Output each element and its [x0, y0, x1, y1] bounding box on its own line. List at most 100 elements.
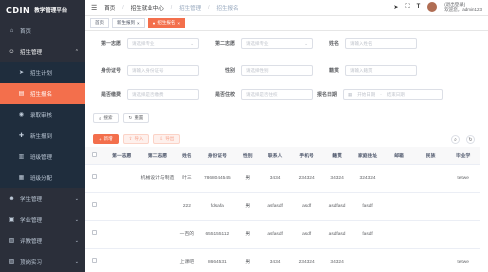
- avatar[interactable]: [427, 2, 438, 12]
- table-row[interactable]: 一百的 655155112 男 asfasdf asdf asdfasd fas…: [85, 220, 480, 249]
- placeholder: 请选择专业: [246, 40, 269, 46]
- chevron-down-icon: ⌄: [190, 40, 194, 46]
- row-select-cell[interactable]: [85, 164, 104, 193]
- class-icon: ▥: [18, 154, 25, 160]
- upload-icon: ⇪: [128, 136, 133, 141]
- cell: asdfasd: [322, 192, 352, 221]
- refresh-button[interactable]: ↻: [466, 135, 475, 144]
- cell: [103, 164, 140, 193]
- tag-label: 新生报到: [117, 20, 135, 25]
- reset-button[interactable]: ↻ 重置: [122, 113, 150, 123]
- col-gender: 性别: [236, 147, 260, 165]
- form-icon: ▤: [18, 91, 25, 97]
- close-icon[interactable]: ×: [137, 21, 140, 26]
- select-all-checkbox[interactable]: [91, 151, 97, 157]
- col-first-choice: 第一志愿: [103, 147, 140, 165]
- export-button[interactable]: ⇩ 导出: [153, 134, 181, 144]
- tag-home[interactable]: 首页: [90, 18, 109, 28]
- button-label: 导入: [134, 136, 144, 141]
- logo: CDIN: [6, 5, 31, 15]
- date-separator: -: [380, 92, 382, 97]
- table-row[interactable]: 222 fdsafa 男 asfasdf asdf asdfasd fasdf: [85, 192, 480, 221]
- calendar-icon: ▦: [348, 91, 353, 97]
- gender-select[interactable]: 请选择性别: [241, 65, 313, 76]
- send-icon[interactable]: ➤: [393, 4, 398, 11]
- cell: [446, 192, 480, 221]
- cell: [446, 220, 480, 249]
- origin-input[interactable]: 请输入籍贯: [345, 65, 417, 76]
- sidebar-item-registration[interactable]: ▤ 招生报名: [0, 83, 85, 104]
- cell: [383, 192, 415, 221]
- row-select-cell[interactable]: [85, 192, 104, 221]
- topbar-actions: ➤ ⛶ T (退出登录) 欢迎您，admin123: [393, 2, 482, 12]
- user-add-icon: ✚: [18, 133, 25, 139]
- row-checkbox[interactable]: [91, 258, 97, 263]
- row-select-cell[interactable]: [85, 220, 104, 249]
- show-search-toggle[interactable]: ⌕: [451, 135, 460, 144]
- row-select-cell[interactable]: [85, 248, 104, 272]
- topbar: ☰ 首页 / 招生就业中心 / 招生管理 / 招生报名 ➤ ⛶ T (退出登录)…: [85, 0, 488, 16]
- sidebar-item-plan[interactable]: ➤ 招生计划: [0, 62, 85, 83]
- idcard-input[interactable]: 请输入身份证号: [127, 65, 199, 76]
- form-row-4: 身份证号 请输入身份证号: [93, 65, 199, 76]
- cell: 324324: [351, 164, 384, 193]
- fullscreen-icon[interactable]: ⛶: [405, 4, 409, 11]
- cell: fasdf: [351, 220, 384, 249]
- chevron-down-icon: ⌄: [74, 216, 79, 223]
- sidebar-item-label: 班级管理: [30, 154, 53, 161]
- row-checkbox[interactable]: [91, 230, 97, 235]
- search-actions: ⌕ 搜索 ↻ 重置: [93, 113, 150, 123]
- select-all-cell[interactable]: [85, 147, 104, 165]
- name-input[interactable]: 请输入姓名: [345, 38, 417, 49]
- search-button[interactable]: ⌕ 搜索: [93, 113, 119, 123]
- close-icon[interactable]: ×: [177, 21, 180, 26]
- date-label: 报名日期: [316, 92, 337, 98]
- cell: [351, 248, 384, 272]
- breadcrumb-admission[interactable]: 招生管理: [179, 4, 201, 12]
- sidebar-item-class[interactable]: ▥ 班级管理: [0, 146, 85, 167]
- sidebar-item-home[interactable]: ⌂ 首页: [0, 20, 85, 41]
- font-size-icon[interactable]: T: [417, 4, 421, 10]
- breadcrumb-home[interactable]: 首页: [104, 4, 115, 12]
- sidebar-item-student[interactable]: ☻ 学生管理 ⌄: [0, 188, 85, 209]
- paid-label: 是否缴费: [100, 92, 121, 98]
- sidebar-item-admission[interactable]: ☺ 招生管理 ⌃: [0, 41, 85, 62]
- chevron-down-icon: ⌄: [74, 195, 79, 202]
- stay-select[interactable]: 请选择是否住校: [241, 89, 313, 100]
- table-row[interactable]: 上课吧 8664531 男 3434 234324 34324 tetwe: [85, 248, 480, 272]
- sidebar-item-label: 学生管理: [20, 196, 43, 203]
- import-button[interactable]: ⇪ 导入: [122, 134, 150, 144]
- user-info[interactable]: (退出登录) 欢迎您，admin123: [444, 2, 482, 12]
- grid-icon: ▦: [18, 175, 25, 181]
- cell: asdf: [290, 192, 323, 221]
- breadcrumb-center[interactable]: 招生就业中心: [131, 4, 164, 12]
- paid-select[interactable]: 请选择是否缴费: [127, 89, 199, 100]
- placeholder: 请选择是否缴费: [132, 91, 164, 97]
- sidebar-item-checkin[interactable]: ✚ 新生报到: [0, 125, 85, 146]
- cell: 一百的: [175, 220, 199, 249]
- sidebar-item-evaluation[interactable]: ▧ 评教管理 ⌄: [0, 230, 85, 251]
- tag-checkin[interactable]: 新生报到 ×: [112, 18, 145, 28]
- second-choice-select[interactable]: 请选择专业 ⌄: [241, 38, 313, 49]
- cell: [414, 248, 447, 272]
- col-ethnicity: 民族: [414, 147, 447, 165]
- send-icon: ➤: [18, 70, 25, 76]
- row-checkbox[interactable]: [91, 202, 97, 207]
- hamburger-icon[interactable]: ☰: [91, 4, 97, 12]
- sidebar-item-assign[interactable]: ▦ 班级分配: [0, 167, 85, 188]
- cell: [103, 248, 140, 272]
- row-checkbox[interactable]: [91, 174, 97, 179]
- tag-registration[interactable]: ● 招生报名 ×: [147, 18, 185, 28]
- cell: 男: [236, 192, 260, 221]
- form-row-2: 第二志愿 请选择专业 ⌄: [207, 38, 313, 49]
- sidebar-item-internship[interactable]: ▨ 顶岗实习 ⌄: [0, 251, 85, 272]
- add-button[interactable]: + 新增: [93, 134, 119, 144]
- sidebar-item-review[interactable]: ◉ 录取审核: [0, 104, 85, 125]
- date-range-picker[interactable]: ▦ 开始日期 - 结束日期: [343, 89, 443, 100]
- sidebar-item-label: 录取审核: [30, 112, 53, 119]
- cell: tetwe: [446, 248, 480, 272]
- table-row[interactable]: 机械设计与制造 叶三 7868044545 男 3434 234324 3432…: [85, 164, 480, 193]
- cell: 男: [236, 220, 260, 249]
- sidebar-item-academic[interactable]: ▣ 学业管理 ⌄: [0, 209, 85, 230]
- first-choice-select[interactable]: 请选择专业 ⌄: [127, 38, 199, 49]
